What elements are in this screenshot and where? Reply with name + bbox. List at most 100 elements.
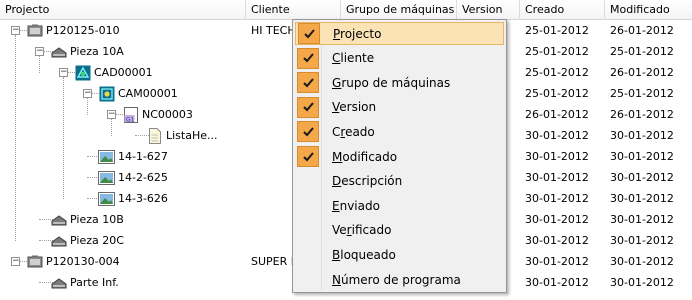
tree-node[interactable]: CAM00001: [98, 83, 178, 104]
creado-cell: 25-01-2012: [525, 24, 589, 37]
menu-item-label: Modificado: [332, 149, 398, 164]
creado-cell: 30-01-2012: [525, 150, 589, 163]
menu-item-cliente[interactable]: Cliente: [295, 47, 504, 70]
collapse-toggle-icon[interactable]: −: [107, 110, 116, 119]
check-slot: [297, 269, 319, 290]
modificado-cell: 30-01-2012: [610, 150, 674, 163]
tree-node[interactable]: Pieza 10B: [50, 209, 124, 230]
creado-cell: 25-01-2012: [525, 45, 589, 58]
column-header-modificado[interactable]: Modificado: [605, 0, 692, 20]
modificado-cell: 25-01-2012: [610, 45, 674, 58]
creado-cell: 30-01-2012: [525, 213, 589, 226]
checkmark-icon: [298, 23, 320, 44]
cad-icon: [74, 65, 91, 80]
menu-item-projecto[interactable]: Projecto: [295, 22, 504, 45]
tree-node-label: CAD00001: [94, 66, 153, 79]
creado-cell: 26-01-2012: [525, 108, 589, 121]
menu-item-enviado[interactable]: Enviado: [295, 194, 504, 217]
collapse-toggle-icon[interactable]: −: [59, 68, 68, 77]
creado-cell: 30-01-2012: [525, 276, 589, 289]
menu-item-label: Enviado: [332, 198, 380, 213]
modificado-cell: 30-01-2012: [610, 129, 674, 142]
creado-cell: 25-01-2012: [525, 87, 589, 100]
tree-node[interactable]: Parte Inf.: [50, 272, 119, 293]
creado-cell: 30-01-2012: [525, 192, 589, 205]
tree-node[interactable]: Pieza 10A: [50, 41, 124, 62]
tree-node-label: Pieza 10B: [70, 213, 124, 226]
modificado-cell: 30-01-2012: [610, 171, 674, 184]
check-slot: [297, 171, 319, 192]
part-icon: [50, 213, 67, 227]
image-icon: [98, 149, 115, 164]
tree-node[interactable]: P120130-004: [26, 251, 120, 272]
tree-node[interactable]: Pieza 20C: [50, 230, 124, 251]
tree-node-label: ListaHe...: [166, 129, 218, 142]
part-icon: [50, 276, 67, 290]
modificado-cell: 26-01-2012: [610, 108, 674, 121]
tree-cell: − G1 NC00003: [0, 104, 246, 125]
menu-item-n-mero-de-programa[interactable]: Número de programa: [295, 268, 504, 291]
collapse-toggle-icon[interactable]: −: [11, 257, 20, 266]
tree-node[interactable]: 14-2-625: [98, 167, 168, 188]
column-header-projecto[interactable]: Projecto: [0, 0, 246, 20]
creado-cell: 30-01-2012: [525, 171, 589, 184]
tree-node[interactable]: G1 NC00003: [122, 104, 193, 125]
tree-node[interactable]: CAD00001: [74, 62, 153, 83]
tree-cell: 14-1-627: [0, 146, 246, 167]
column-header-cliente[interactable]: Cliente: [246, 0, 341, 20]
check-slot: [297, 244, 319, 265]
collapse-toggle-icon[interactable]: −: [83, 89, 92, 98]
column-header-bar: Projecto Cliente Grupo de máquinas Versi…: [0, 0, 692, 20]
modificado-cell: 26-01-2012: [610, 24, 674, 37]
modificado-cell: 30-01-2012: [610, 192, 674, 205]
column-header-grupo[interactable]: Grupo de máquinas: [341, 0, 457, 20]
menu-item-grupo-de-m-quinas[interactable]: Grupo de máquinas: [295, 71, 504, 94]
menu-item-label: Grupo de máquinas: [332, 75, 451, 90]
collapse-toggle-icon[interactable]: −: [35, 47, 44, 56]
menu-item-label: Número de programa: [332, 272, 461, 287]
project-icon: [26, 24, 43, 38]
creado-cell: 30-01-2012: [525, 234, 589, 247]
tree-node-label: Pieza 10A: [70, 45, 124, 58]
modificado-cell: 30-01-2012: [610, 234, 674, 247]
tree-node[interactable]: P120125-010: [26, 20, 120, 41]
check-slot: [297, 195, 319, 216]
tree-cell: − P120130-004: [0, 251, 246, 272]
tree-node-label: Pieza 20C: [70, 234, 124, 247]
svg-text:G1: G1: [126, 116, 135, 123]
menu-item-bloqueado[interactable]: Bloqueado: [295, 243, 504, 266]
tree-cell: − P120125-010: [0, 20, 246, 41]
menu-item-verificado[interactable]: Verificado: [295, 219, 504, 242]
project-icon: [26, 255, 43, 269]
tree-node-label: 14-2-625: [118, 171, 168, 184]
cam-icon: [98, 86, 115, 101]
collapse-toggle-icon[interactable]: −: [11, 26, 20, 35]
menu-item-modificado[interactable]: Modificado: [295, 145, 504, 168]
checkmark-icon: [297, 121, 319, 143]
menu-item-label: Projecto: [333, 26, 382, 41]
tree-node[interactable]: 14-1-627: [98, 146, 168, 167]
menu-item-creado[interactable]: Creado: [295, 120, 504, 143]
menu-item-version[interactable]: Version: [295, 96, 504, 119]
creado-cell: 30-01-2012: [525, 129, 589, 142]
column-header-version[interactable]: Version: [457, 0, 520, 20]
tree-cell: 14-3-626: [0, 188, 246, 209]
menu-item-label: Verificado: [332, 223, 392, 238]
menu-item-label: Creado: [332, 124, 375, 139]
creado-cell: 25-01-2012: [525, 66, 589, 79]
column-chooser-menu: Projecto Cliente Grupo de máquinas Version C…: [292, 19, 507, 293]
tree-node[interactable]: ListaHe...: [146, 125, 218, 146]
tree-cell: − CAM00001: [0, 83, 246, 104]
tree-node-label: 14-1-627: [118, 150, 168, 163]
check-slot: [297, 220, 319, 241]
modificado-cell: 26-01-2012: [610, 66, 674, 79]
tree-cell: − CAD00001: [0, 62, 246, 83]
menu-item-descripci-n[interactable]: Descripción: [295, 170, 504, 193]
tree-node-label: NC00003: [142, 108, 193, 121]
tree-cell: Pieza 10B: [0, 209, 246, 230]
checkmark-icon: [297, 146, 319, 167]
modificado-cell: 30-01-2012: [610, 255, 674, 268]
tree-node[interactable]: 14-3-626: [98, 188, 168, 209]
tree-node-label: P120125-010: [46, 24, 120, 37]
column-header-creado[interactable]: Creado: [520, 0, 605, 20]
